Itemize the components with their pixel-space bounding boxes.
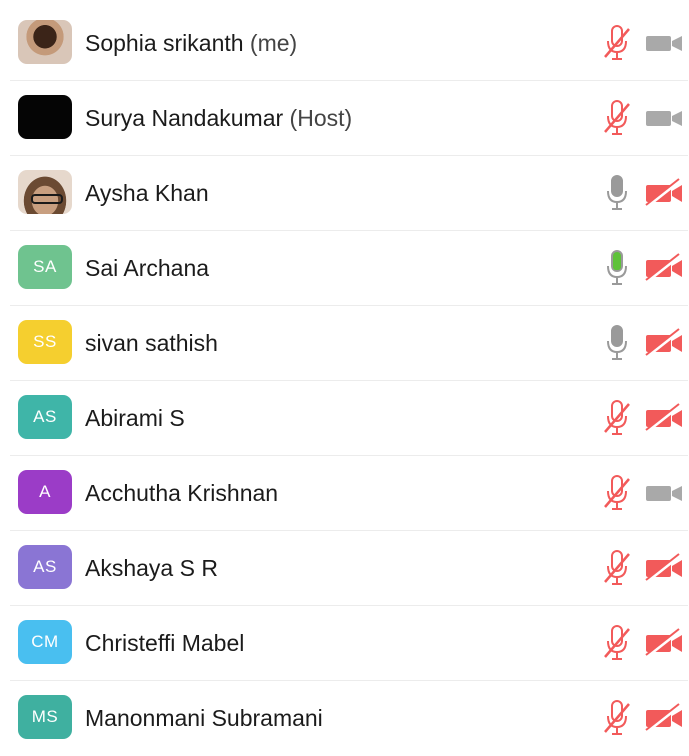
avatar-initials: AS: [33, 557, 57, 576]
avatar: [18, 170, 72, 214]
participant-name: Abirami S: [85, 405, 185, 432]
participant-name: Acchutha Krishnan: [85, 480, 278, 507]
participant-name-text: sivan sathish: [85, 330, 218, 356]
participant-row[interactable]: A Acchutha Krishnan: [10, 456, 688, 531]
participant-name-text: Surya Nandakumar: [85, 105, 284, 131]
avatar-initials: CM: [31, 632, 59, 651]
mic-speaking-icon[interactable]: [602, 249, 632, 287]
avatar: AS: [18, 545, 72, 589]
participant-name-text: Sai Archana: [85, 255, 210, 281]
avatar-initials: A: [39, 482, 51, 501]
participant-name: sivan sathish: [85, 330, 218, 357]
mic-muted-icon[interactable]: [602, 399, 632, 437]
mic-muted-icon[interactable]: [602, 99, 632, 137]
avatar-initials: AS: [33, 407, 57, 426]
avatar: [18, 20, 72, 64]
avatar: [18, 95, 72, 139]
participant-row[interactable]: Aysha Khan: [10, 156, 688, 231]
avatar: SS: [18, 320, 72, 364]
video-off-icon[interactable]: [644, 253, 684, 283]
participant-name-text: Aysha Khan: [85, 180, 209, 206]
participant-role-suffix: (me): [243, 30, 298, 56]
mic-icon[interactable]: [602, 324, 632, 362]
avatar: SA: [18, 245, 72, 289]
mic-muted-icon[interactable]: [602, 699, 632, 737]
avatar: CM: [18, 620, 72, 664]
participant-name-text: Manonmani Subramani: [85, 705, 323, 731]
participant-name: Christeffi Mabel: [85, 630, 244, 657]
video-off-icon[interactable]: [644, 553, 684, 583]
participant-name: Akshaya S R: [85, 555, 218, 582]
participant-name: Aysha Khan: [85, 180, 209, 207]
glasses-shape: [31, 194, 63, 204]
participant-name-text: Acchutha Krishnan: [85, 480, 279, 506]
video-camera-icon[interactable]: [644, 478, 684, 508]
participant-name-text: Abirami S: [85, 405, 185, 431]
participant-row[interactable]: MS Manonmani Subramani: [10, 681, 688, 756]
video-camera-icon[interactable]: [644, 103, 684, 133]
video-off-icon[interactable]: [644, 703, 684, 733]
mic-muted-icon[interactable]: [602, 24, 632, 62]
participant-row[interactable]: CM Christeffi Mabel: [10, 606, 688, 681]
mic-muted-icon[interactable]: [602, 474, 632, 512]
participant-name: Sophia srikanth (me): [85, 30, 297, 57]
participant-row[interactable]: AS Abirami S: [10, 381, 688, 456]
participant-row[interactable]: Sophia srikanth (me): [10, 6, 688, 81]
avatar-initials: MS: [31, 707, 59, 726]
avatar: AS: [18, 395, 72, 439]
participant-name: Manonmani Subramani: [85, 705, 323, 732]
video-off-icon[interactable]: [644, 403, 684, 433]
video-camera-icon[interactable]: [644, 28, 684, 58]
participant-name-text: Akshaya S R: [85, 555, 218, 581]
avatar: MS: [18, 695, 72, 739]
participant-name: Sai Archana: [85, 255, 209, 282]
mic-muted-icon[interactable]: [602, 549, 632, 587]
avatar: A: [18, 470, 72, 514]
participant-row[interactable]: SS sivan sathish: [10, 306, 688, 381]
video-off-icon[interactable]: [644, 628, 684, 658]
participant-name-text: Christeffi Mabel: [85, 630, 245, 656]
participant-name: Surya Nandakumar (Host): [85, 105, 352, 132]
participants-list: Sophia srikanth (me) Surya Nandakumar (Ho…: [10, 6, 688, 756]
participant-row[interactable]: AS Akshaya S R: [10, 531, 688, 606]
avatar-initials: SA: [33, 257, 57, 276]
mic-icon[interactable]: [602, 174, 632, 212]
avatar-initials: SS: [33, 332, 57, 351]
video-off-icon[interactable]: [644, 178, 684, 208]
participant-name-text: Sophia srikanth: [85, 30, 244, 56]
mic-muted-icon[interactable]: [602, 624, 632, 662]
video-off-icon[interactable]: [644, 328, 684, 358]
participant-row[interactable]: SA Sai Archana: [10, 231, 688, 306]
participant-role-suffix: (Host): [283, 105, 353, 131]
participant-row[interactable]: Surya Nandakumar (Host): [10, 81, 688, 156]
